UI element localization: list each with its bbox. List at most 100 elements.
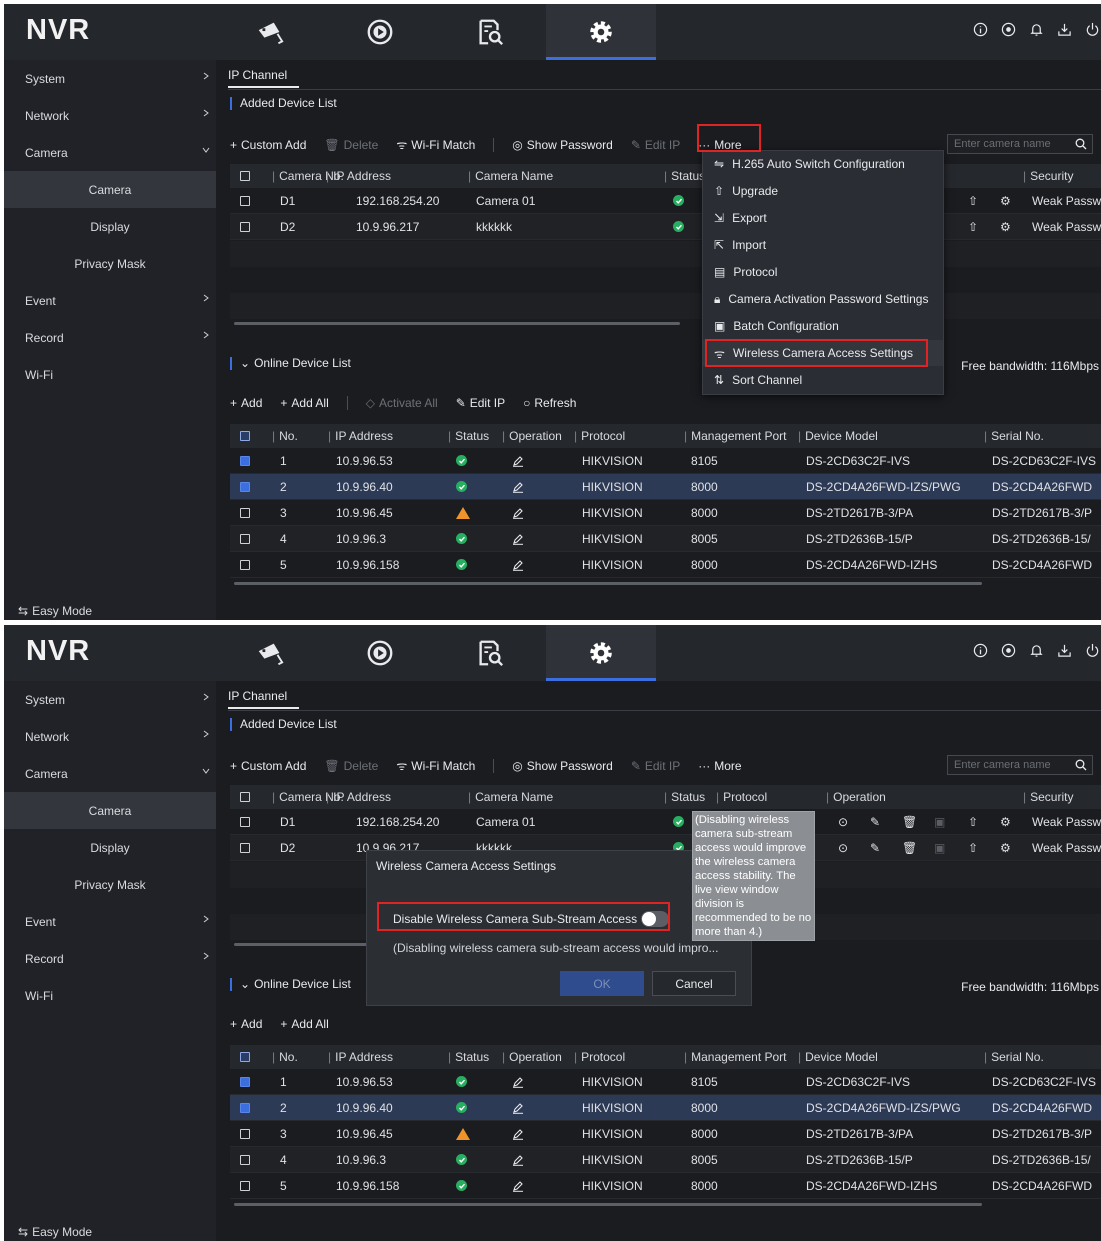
record-icon[interactable] [999,20,1017,38]
row-checkbox[interactable] [240,842,250,853]
edit-pen-icon[interactable] [512,474,524,499]
show-password-button[interactable]: ◎ Show Password [512,759,613,773]
pen-icon[interactable]: ✎ [870,835,880,860]
easy-mode-toggle[interactable]: ⇆ Easy Mode [18,1225,92,1239]
select-all-checkbox[interactable] [240,792,250,802]
row-checkbox[interactable] [240,816,250,827]
chevron-down-icon[interactable]: ⌄ [240,356,250,370]
table-row[interactable]: 5 10.9.96.158 HIKVISION 8000 DS-2CD4A26FWD-I… [230,552,1101,578]
table-row[interactable]: D1 192.168.254.20 Camera 01 ⇧ ⚙ Weak Pas… [230,188,1101,214]
sidebar-subitem-privacy-mask[interactable]: Privacy Mask [4,245,216,282]
row-checkbox[interactable] [240,533,250,544]
table-row[interactable]: D1 192.168.254.20 Camera 01 ⊙ ✎ 🗑 ▣ ⇧ ⚙ … [230,809,1101,835]
sidebar-item-network[interactable]: Network [4,97,216,134]
table-row[interactable]: 4 10.9.96.3 HIKVISION 8005 DS-2TD2636B-15/P D… [230,526,1101,552]
edit-pen-icon[interactable] [512,1069,524,1094]
more-button[interactable]: ··· More [698,759,741,773]
row-checkbox[interactable] [240,507,250,518]
select-all-checkbox[interactable] [240,1052,250,1062]
col-no[interactable]: No. [279,429,298,443]
gear-icon[interactable]: ⚙ [1000,188,1011,213]
horizontal-scrollbar[interactable] [234,322,680,325]
edit-ip-button[interactable]: ✎ Edit IP [631,138,680,152]
online-edit-ip-button[interactable]: ✎ Edit IP [456,396,505,410]
bell-icon[interactable] [1027,641,1045,659]
sidebar-item-network[interactable]: Network [4,718,216,755]
upgrade-icon[interactable]: ⇧ [968,188,978,213]
settings-gear-icon[interactable] [573,633,629,673]
live-view-icon[interactable] [242,12,298,52]
sidebar-item-camera[interactable]: Camera [4,755,216,792]
edit-pen-icon[interactable] [512,526,524,551]
delete-button[interactable]: 🗑 Delete [324,759,378,773]
settings-gear-icon[interactable] [573,12,629,52]
table-row[interactable]: 2 10.9.96.40 HIKVISION 8000 DS-2CD4A26FWD-IZ… [230,474,1101,500]
edit-pen-icon[interactable] [512,1147,524,1172]
menu-item-h265-auto-switch[interactable]: ⇋ H.265 Auto Switch Configuration [703,151,943,177]
easy-mode-toggle[interactable]: ⇆ Easy Mode [18,604,92,618]
row-checkbox[interactable] [240,1154,250,1165]
sidebar-subitem-camera[interactable]: Camera [4,792,216,829]
sidebar-item-record[interactable]: Record [4,319,216,356]
col-ip-address[interactable]: IP Address [333,169,391,183]
custom-add-button[interactable]: + Custom Add [230,759,306,773]
ok-button[interactable]: OK [560,971,644,996]
info-box-icon[interactable]: ▣ [934,835,945,860]
table-row[interactable]: 2 10.9.96.40 HIKVISION 8000 DS-2CD4A26FWD-IZ… [230,1095,1101,1121]
upgrade-icon[interactable]: ⇧ [968,835,978,860]
table-row[interactable]: 4 10.9.96.3 HIKVISION 8005 DS-2TD2636B-15/P D… [230,1147,1101,1173]
trash-icon[interactable]: 🗑 [902,835,917,860]
row-checkbox[interactable] [240,1180,250,1191]
refresh-button[interactable]: ○ Refresh [523,396,576,410]
row-checkbox[interactable] [240,559,250,570]
edit-pen-icon[interactable] [512,1173,524,1198]
edit-pen-icon[interactable] [512,1121,524,1146]
edit-pen-icon[interactable] [512,552,524,577]
add-all-button[interactable]: + Add All [280,396,328,410]
sidebar-subitem-display[interactable]: Display [4,829,216,866]
power-icon[interactable] [1083,20,1101,38]
wifi-match-button[interactable]: ᯤ Wi-Fi Match [396,757,475,774]
sidebar-item-camera[interactable]: Camera [4,134,216,171]
row-checkbox[interactable] [240,1102,250,1113]
sidebar-subitem-privacy-mask[interactable]: Privacy Mask [4,866,216,903]
edit-ip-button[interactable]: ✎ Edit IP [631,759,680,773]
live-view-icon[interactable]: ⊙ [838,835,848,860]
select-all-checkbox[interactable] [240,431,250,441]
camera-search-input[interactable]: Enter camera name [947,755,1093,775]
live-view-icon[interactable]: ⊙ [838,809,848,834]
sidebar-subitem-camera[interactable]: Camera [4,171,216,208]
row-checkbox[interactable] [240,1076,250,1087]
upgrade-icon[interactable]: ⇧ [968,809,978,834]
tab-ip-channel[interactable]: IP Channel [228,689,300,709]
chevron-down-icon[interactable]: ⌄ [240,977,250,991]
row-checkbox[interactable] [240,481,250,492]
info-icon[interactable] [971,641,989,659]
table-row[interactable]: 3 10.9.96.45 HIKVISION 8000 DS-2TD2617B-3/PA… [230,1121,1101,1147]
menu-item-batch-configuration[interactable]: ▣ Batch Configuration [703,313,943,339]
horizontal-scrollbar[interactable] [234,1203,982,1206]
activate-all-button[interactable]: ◇ Activate All [366,396,438,410]
trash-icon[interactable]: 🗑 [902,809,917,834]
add-button[interactable]: + Add [230,396,262,410]
sidebar-item-system[interactable]: System [4,60,216,97]
col-ip-address[interactable]: IP Address [333,790,391,804]
gear-icon[interactable]: ⚙ [1000,214,1011,239]
search-file-icon[interactable] [462,633,518,673]
download-icon[interactable] [1055,641,1073,659]
sidebar-item-event[interactable]: Event [4,903,216,940]
tab-ip-channel[interactable]: IP Channel [228,68,300,88]
menu-item-export[interactable]: ⇲ Export [703,205,943,231]
edit-pen-icon[interactable] [512,1095,524,1120]
playback-icon[interactable] [352,633,408,673]
table-row[interactable]: 1 10.9.96.53 HIKVISION 8105 DS-2CD63C2F-IVS D… [230,448,1101,474]
menu-item-activation-password[interactable]: 🔒︎ Camera Activation Password Settings [703,286,943,312]
row-checkbox[interactable] [240,195,250,206]
select-all-checkbox[interactable] [240,171,250,181]
record-icon[interactable] [999,641,1017,659]
delete-button[interactable]: 🗑 Delete [324,138,378,152]
row-checkbox[interactable] [240,455,250,466]
custom-add-button[interactable]: + Custom Add [230,138,306,152]
search-icon[interactable] [1075,759,1087,771]
cancel-button[interactable]: Cancel [652,971,736,996]
